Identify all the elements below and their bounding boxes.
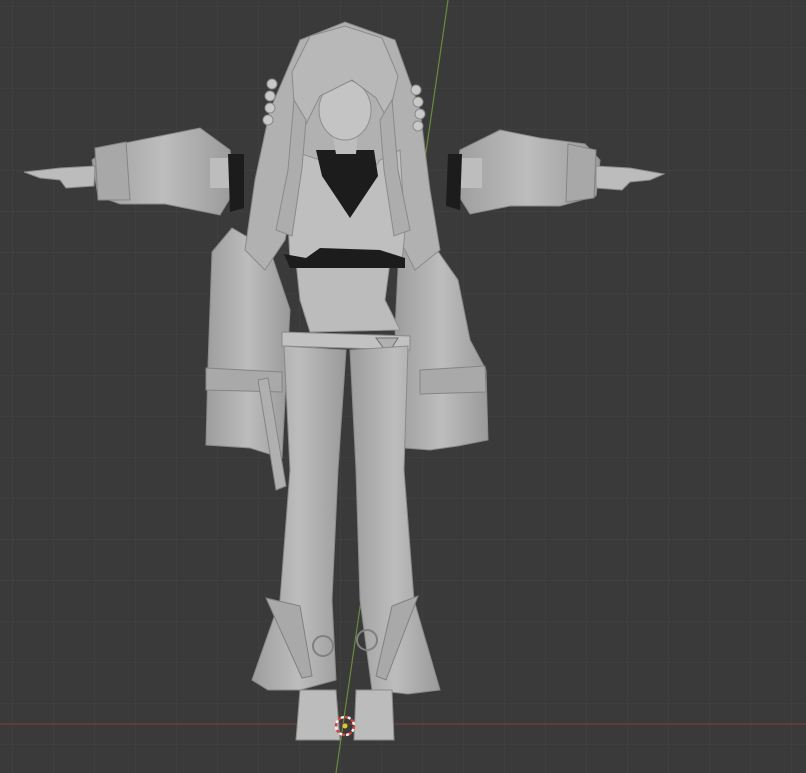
right-boot [353, 689, 395, 741]
right-cuff [565, 143, 597, 203]
left-cuff [94, 141, 131, 201]
coat-strap-right [419, 365, 487, 395]
coat-strap-left [205, 367, 283, 393]
viewport-canvas[interactable] [0, 0, 806, 773]
left-boot [295, 689, 341, 741]
right-dark-band [446, 154, 462, 210]
left-dark-band [228, 154, 244, 212]
torso [295, 261, 401, 333]
3d-viewport[interactable] [0, 0, 806, 773]
